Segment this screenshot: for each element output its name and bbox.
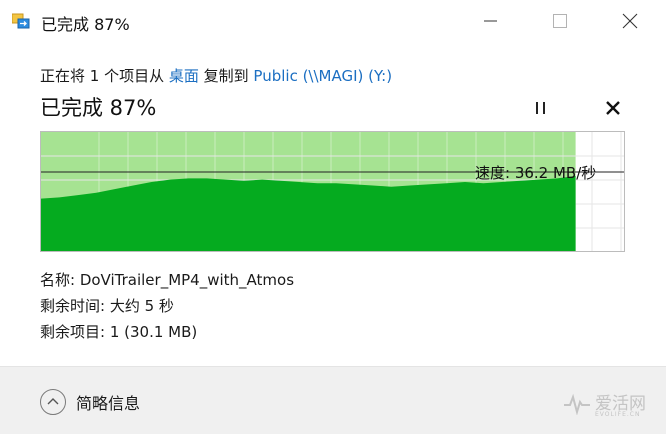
- window-title: 已完成 87%: [41, 15, 130, 34]
- stop-button[interactable]: [603, 98, 623, 118]
- maximize-icon: [553, 14, 567, 28]
- less-details-label[interactable]: 简略信息: [76, 390, 140, 414]
- progress-title: 已完成 87%: [40, 96, 157, 120]
- copy-description: 正在将 1 个项目从 桌面 复制到 Public (\\MAGI) (Y:): [40, 65, 392, 86]
- items-remaining: 剩余项目: 1 (30.1 MB): [40, 323, 198, 341]
- speed-graph-canvas: [41, 132, 624, 251]
- watermark: 爱活网 EVOLIFE.CN: [563, 387, 655, 423]
- watermark-subtext: EVOLIFE.CN: [595, 411, 641, 418]
- maximize-button[interactable]: [537, 0, 583, 42]
- pause-button[interactable]: [531, 98, 551, 118]
- details-panel: 名称: DoViTrailer_MP4_with_Atmos 剩余时间: 大约 …: [40, 269, 294, 347]
- file-name: 名称: DoViTrailer_MP4_with_Atmos: [40, 271, 295, 289]
- minimize-icon: [484, 20, 497, 22]
- source-link[interactable]: 桌面: [169, 67, 199, 85]
- close-button[interactable]: [607, 0, 653, 42]
- minimize-button[interactable]: [468, 0, 514, 42]
- speed-label: 速度: 36.2 MB/秒: [475, 164, 597, 182]
- destination-link[interactable]: Public (\\MAGI) (Y:): [253, 67, 392, 85]
- speed-graph: [40, 131, 625, 252]
- pulse-logo-icon: [564, 393, 590, 415]
- title-bar: 已完成 87%: [0, 0, 666, 42]
- chevron-up-icon: [47, 398, 59, 405]
- close-icon: [622, 13, 638, 29]
- copy-middle: 复制到: [198, 67, 254, 85]
- stop-icon: [606, 101, 620, 115]
- pause-icon: [536, 102, 545, 114]
- less-details-button[interactable]: [40, 389, 66, 415]
- time-remaining: 剩余时间: 大约 5 秒: [40, 297, 174, 315]
- copy-files-icon: [11, 13, 30, 29]
- copy-prefix: 正在将 1 个项目从: [40, 67, 169, 85]
